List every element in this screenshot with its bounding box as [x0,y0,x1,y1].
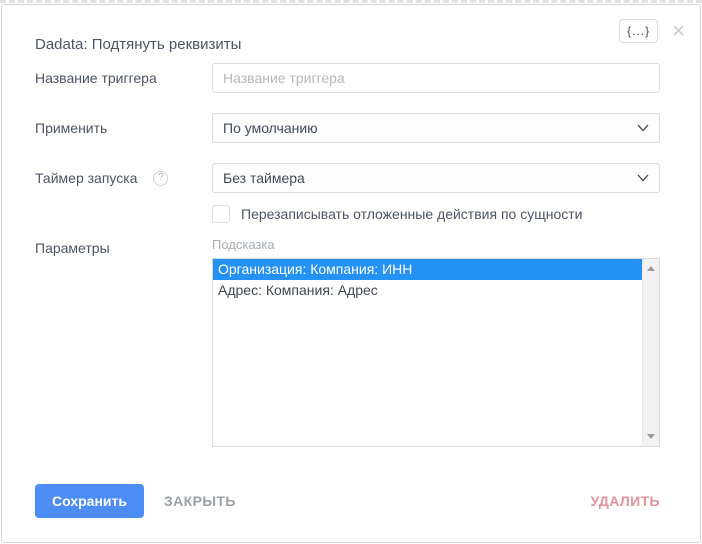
trigger-name-input[interactable] [212,63,660,93]
list-item[interactable]: Организация: Компания: ИНН [213,259,642,280]
apply-row: Применить По умолчанию [35,113,660,143]
trigger-settings-modal: Dadata: Подтянуть реквизиты {...} × Назв… [1,4,701,543]
chevron-down-icon [637,174,649,182]
overwrite-checkbox[interactable] [212,205,230,223]
apply-label: Применить [35,120,108,136]
modal-header: Dadata: Подтянуть реквизиты {...} × [2,5,700,53]
close-icon[interactable]: × [672,20,685,42]
overwrite-checkbox-row: Перезаписывать отложенные действия по су… [212,205,660,223]
close-button[interactable]: ЗАКРЫТЬ [164,493,236,509]
delete-button[interactable]: УДАЛИТЬ [590,493,660,509]
timer-row: Таймер запуска ? Без таймера [35,163,660,193]
parameters-listbox: Организация: Компания: ИНН Адрес: Компан… [212,258,660,447]
timer-label: Таймер запуска [35,170,138,186]
timer-select[interactable]: Без таймера [212,163,660,193]
trigger-form: Название триггера Применить По умолчанию… [2,53,700,447]
apply-select[interactable]: По умолчанию [212,113,660,143]
background-page-edge [0,0,702,3]
apply-select-value: По умолчанию [223,120,318,136]
modal-title: Dadata: Подтянуть реквизиты [35,36,242,53]
scrollbar[interactable] [642,259,659,446]
overwrite-checkbox-label: Перезаписывать отложенные действия по су… [241,206,583,222]
timer-select-value: Без таймера [223,170,305,186]
modal-footer: Сохранить ЗАКРЫТЬ УДАЛИТЬ [2,467,700,518]
trigger-name-label: Название триггера [35,70,157,86]
parameters-label: Параметры [35,240,110,256]
help-icon[interactable]: ? [153,170,169,186]
list-item[interactable]: Адрес: Компания: Адрес [213,280,642,301]
parameters-row: Параметры Подсказка Организация: Компани… [35,237,660,447]
parameters-caption: Подсказка [212,237,275,252]
scroll-up-icon[interactable] [647,266,655,271]
template-variables-button[interactable]: {...} [619,19,659,43]
save-button[interactable]: Сохранить [35,484,144,518]
scroll-down-icon[interactable] [647,434,655,439]
chevron-down-icon [637,124,649,132]
trigger-name-row: Название триггера [35,63,660,93]
